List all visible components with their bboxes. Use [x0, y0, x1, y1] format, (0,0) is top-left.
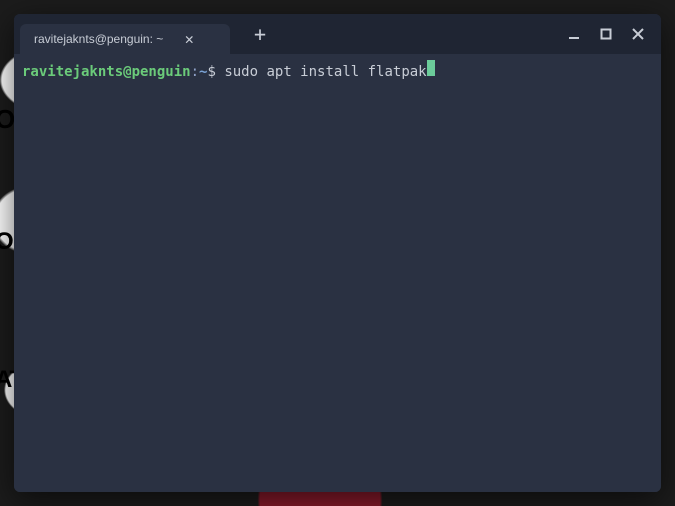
terminal-window: ravitejaknts@penguin: ~ ✕ + ravitejaknts… [14, 14, 661, 492]
prompt-user-host: ravitejaknts@penguin [22, 63, 191, 81]
prompt-path: ~ [199, 63, 207, 81]
new-tab-button[interactable]: + [246, 20, 274, 48]
command-input[interactable]: sudo apt install flatpak [224, 63, 426, 81]
tab-title: ravitejaknts@penguin: ~ [34, 32, 163, 46]
prompt-line: ravitejaknts@penguin:~$ sudo apt install… [22, 62, 653, 81]
close-icon[interactable] [629, 25, 647, 43]
minimize-icon[interactable] [565, 25, 583, 43]
terminal-body[interactable]: ravitejaknts@penguin:~$ sudo apt install… [14, 54, 661, 492]
maximize-icon[interactable] [597, 25, 615, 43]
prompt-symbol: $ [207, 63, 224, 81]
titlebar[interactable]: ravitejaknts@penguin: ~ ✕ + [14, 14, 661, 54]
prompt-separator: : [191, 63, 199, 81]
window-controls [565, 25, 653, 43]
close-tab-icon[interactable]: ✕ [181, 31, 197, 47]
terminal-tab[interactable]: ravitejaknts@penguin: ~ ✕ [20, 24, 230, 54]
cursor [427, 60, 435, 76]
